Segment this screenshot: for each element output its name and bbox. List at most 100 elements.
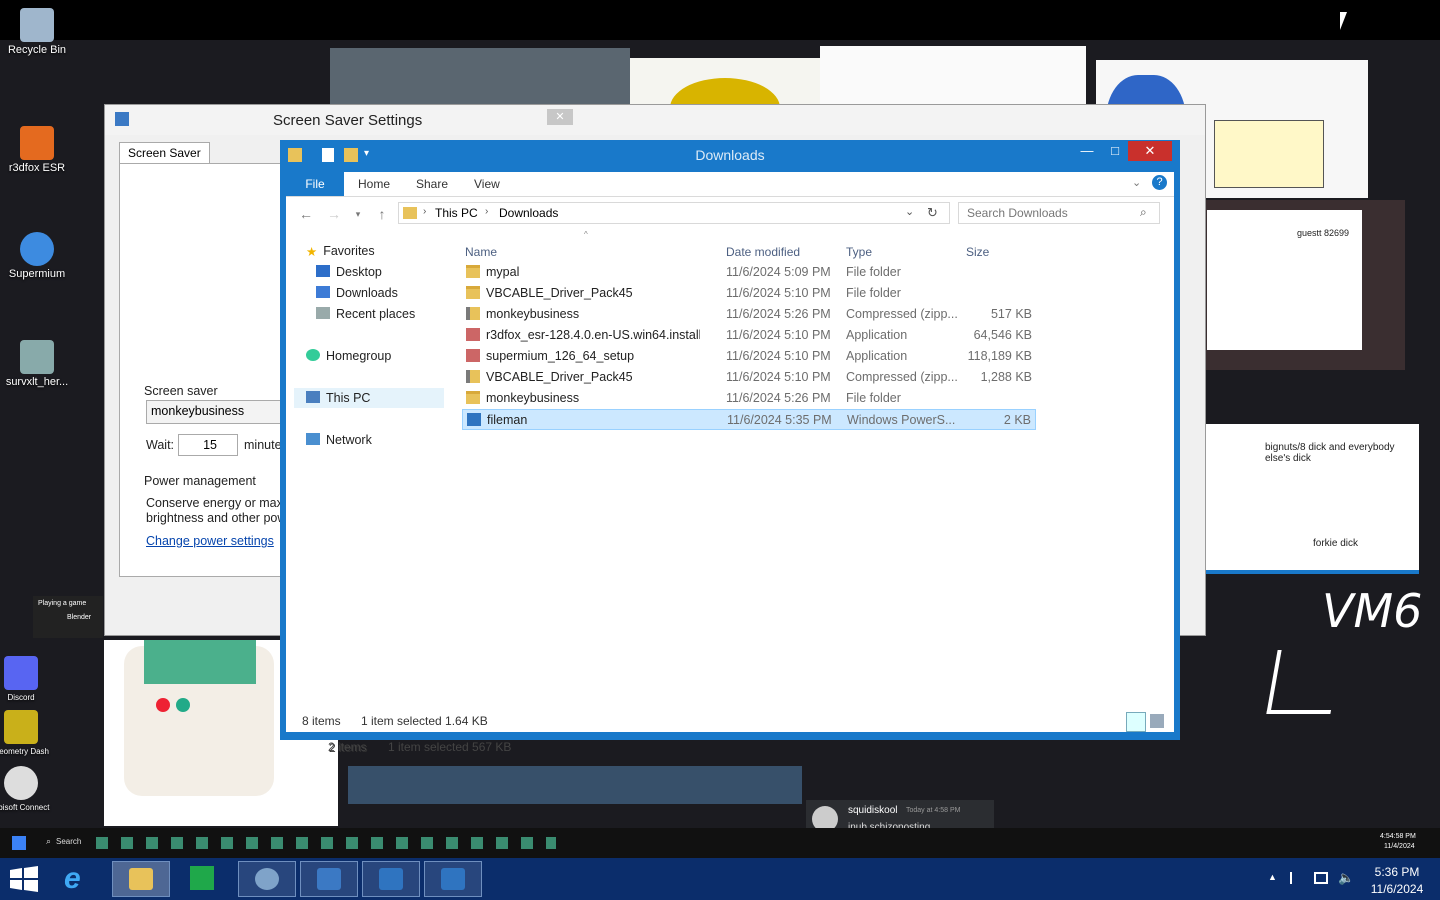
- supermium-icon-item[interactable]: Supermium: [2, 232, 72, 280]
- action-center-flag-icon[interactable]: [1290, 872, 1304, 884]
- up-button[interactable]: ↑: [372, 204, 392, 224]
- file-type: Windows PowerS...: [847, 413, 956, 427]
- file-name: monkeybusiness: [486, 307, 580, 321]
- status-item-count: 8 items: [302, 714, 341, 728]
- file-date: 11/6/2024 5:10 PM: [726, 328, 831, 342]
- volume-icon[interactable]: 🔈: [1338, 870, 1354, 886]
- breadcrumb-downloads[interactable]: Downloads: [499, 206, 558, 220]
- column-size[interactable]: Size: [966, 245, 989, 259]
- minutes-label: minute: [244, 438, 282, 452]
- taskbar-file-explorer[interactable]: [112, 861, 170, 897]
- minimize-button[interactable]: —: [1072, 141, 1102, 161]
- file-name: VBCABLE_Driver_Pack45: [486, 370, 633, 384]
- file-row[interactable]: monkeybusiness 11/6/2024 5:26 PM Compresse…: [462, 304, 1036, 325]
- file-row[interactable]: VBCABLE_Driver_Pack45 11/6/2024 5:10 PM Co…: [462, 367, 1036, 388]
- survxlt-icon: [20, 340, 54, 374]
- game-status-card: Playing a game Blender: [33, 596, 103, 638]
- tab-share[interactable]: Share: [416, 177, 448, 191]
- screen-saver-group-label: Screen saver: [144, 384, 218, 398]
- network-tray-icon[interactable]: [1314, 872, 1328, 884]
- taskbar-screen-saver-settings[interactable]: [300, 861, 358, 897]
- zip-folder-icon: [466, 307, 480, 320]
- playing-label: Playing a game: [38, 600, 87, 607]
- nav-homegroup[interactable]: Homegroup: [306, 349, 391, 363]
- file-date: 11/6/2024 5:26 PM: [726, 391, 831, 405]
- column-name[interactable]: Name: [465, 245, 497, 259]
- large-icons-view-button[interactable]: [1150, 714, 1164, 728]
- arrow-scribble-icon: [1266, 650, 1342, 714]
- nav-this-pc[interactable]: This PC: [306, 391, 370, 405]
- tab-screen-saver[interactable]: Screen Saver: [119, 142, 210, 163]
- inner-search-icon[interactable]: ⌕: [46, 836, 51, 847]
- help-icon[interactable]: ?: [1152, 175, 1167, 190]
- geometry-dash-icon-item[interactable]: Geometry Dash: [0, 710, 56, 758]
- close-button[interactable]: ✕: [1128, 141, 1172, 161]
- nav-desktop[interactable]: Desktop: [316, 265, 382, 279]
- ubisoft-icon: [4, 766, 38, 800]
- survxlt-icon-item[interactable]: survxlt_her...: [2, 340, 72, 388]
- forward-button[interactable]: →: [324, 204, 344, 224]
- search-icon[interactable]: ⌕: [1140, 205, 1147, 220]
- computer-icon: [306, 391, 320, 403]
- details-view-button[interactable]: [1126, 712, 1146, 732]
- taskbar-store[interactable]: [184, 864, 220, 894]
- address-bar[interactable]: › This PC › Downloads ⌄ ↻: [398, 202, 950, 224]
- tab-home[interactable]: Home: [358, 177, 390, 191]
- file-row[interactable]: monkeybusiness 11/6/2024 5:26 PM File fold…: [462, 388, 1036, 409]
- recent-places-icon: [316, 307, 330, 319]
- file-name: mypal: [486, 265, 520, 279]
- homegroup-icon: [306, 349, 320, 361]
- ss-title: Screen Saver Settings: [273, 112, 423, 129]
- column-type[interactable]: Type: [846, 245, 872, 259]
- search-input[interactable]: Search Downloads: [958, 202, 1160, 224]
- ubisoft-icon-item[interactable]: Ubisoft Connect: [0, 766, 56, 814]
- power-text-2: brightness and other pow: [146, 511, 287, 525]
- nav-favorites[interactable]: ★ Favorites: [306, 244, 375, 259]
- breadcrumb-this-pc[interactable]: This PC: [435, 206, 478, 220]
- recent-locations-button[interactable]: ▾: [348, 204, 368, 224]
- show-hidden-icons-icon[interactable]: ▲: [1268, 872, 1277, 882]
- r3dfox-icon: [20, 126, 54, 160]
- taskbar-powershell-2[interactable]: [424, 861, 482, 897]
- internet-explorer-icon[interactable]: e: [64, 864, 96, 894]
- change-power-settings-link[interactable]: Change power settings: [146, 534, 274, 548]
- recycle-bin-icon-item[interactable]: Recycle Bin: [2, 8, 72, 56]
- downloads-explorer-window[interactable]: ▾ Downloads — □ ✕ File Home Share View ⌄…: [280, 140, 1180, 740]
- refresh-icon[interactable]: ↻: [927, 205, 938, 221]
- tab-view[interactable]: View: [474, 177, 500, 191]
- downloads-icon: [316, 286, 330, 298]
- taskbar-powershell-1[interactable]: [362, 861, 420, 897]
- ribbon-expand-icon[interactable]: ⌄: [1132, 176, 1141, 189]
- tab-file[interactable]: File: [286, 172, 344, 196]
- nav-downloads[interactable]: Downloads: [316, 286, 398, 300]
- clock-time[interactable]: 5:36 PM: [1362, 865, 1432, 879]
- file-name: VBCABLE_Driver_Pack45: [486, 286, 633, 300]
- discord-icon-item[interactable]: Discord: [0, 656, 56, 704]
- r3dfox-icon-item[interactable]: r3dfox ESR: [2, 126, 72, 174]
- column-date-modified[interactable]: Date modified: [726, 245, 800, 259]
- file-row[interactable]: fileman 11/6/2024 5:35 PM Windows PowerS..…: [462, 409, 1036, 430]
- file-row[interactable]: VBCABLE_Driver_Pack45 11/6/2024 5:10 PM Fi…: [462, 283, 1036, 304]
- back-button[interactable]: ←: [296, 204, 316, 224]
- explorer-titlebar[interactable]: ▾ Downloads — □ ✕: [280, 140, 1180, 172]
- ss-titlebar[interactable]: Screen Saver Settings ✕: [105, 105, 1205, 135]
- file-row[interactable]: supermium_126_64_setup 11/6/2024 5:10 PM A…: [462, 346, 1036, 367]
- nav-network[interactable]: Network: [306, 433, 372, 447]
- geometry-dash-icon: [4, 710, 38, 744]
- explorer-body: File Home Share View ⌄ ? ← → ▾ ↑ › This …: [286, 172, 1174, 732]
- file-type: Application: [846, 328, 908, 342]
- file-row[interactable]: mypal 11/6/2024 5:09 PM File folder: [462, 262, 1036, 283]
- ss-close-button[interactable]: ✕: [547, 109, 573, 125]
- file-row[interactable]: r3dfox_esr-128.4.0.en-US.win64.installer…: [462, 325, 1036, 346]
- taskbar-app-globe[interactable]: [238, 861, 296, 897]
- inner-taskbar: ⌕ Search 4:54:58 PM 11/4/2024: [0, 828, 1440, 858]
- wait-stepper[interactable]: 15: [178, 434, 238, 456]
- inner-start-icon[interactable]: [12, 836, 26, 850]
- ribbon-tabs: File Home Share View ⌄ ?: [286, 172, 1174, 197]
- clock-date[interactable]: 11/6/2024: [1362, 882, 1432, 896]
- maximize-button[interactable]: □: [1100, 141, 1130, 161]
- start-button[interactable]: [10, 866, 38, 892]
- file-date: 11/6/2024 5:10 PM: [726, 349, 831, 363]
- nav-recent-places[interactable]: Recent places: [316, 307, 415, 321]
- address-dropdown-icon[interactable]: ⌄: [905, 205, 914, 218]
